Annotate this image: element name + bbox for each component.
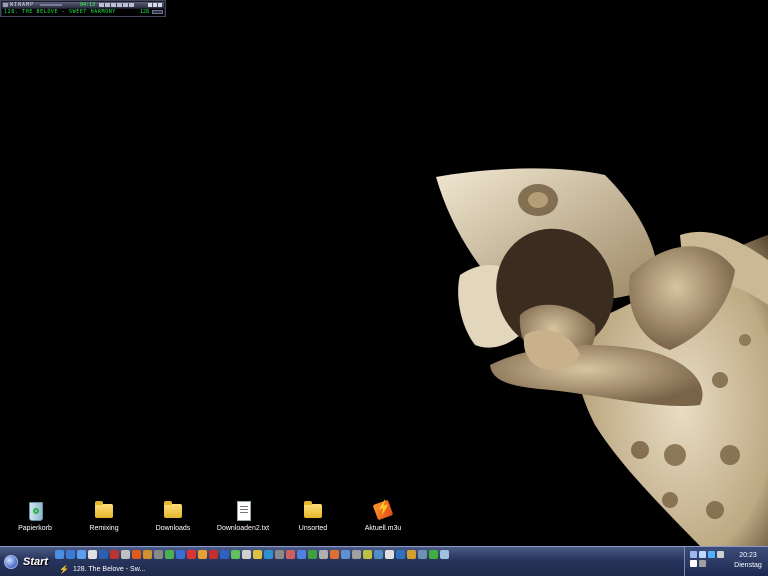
eject-icon[interactable] — [129, 3, 134, 7]
minimize-icon[interactable] — [148, 3, 152, 7]
quick-launch-icon[interactable] — [220, 550, 229, 559]
quick-launch-icon[interactable] — [385, 550, 394, 559]
folder-icon — [302, 500, 324, 522]
desktop-icon-label: Remixing — [89, 525, 119, 532]
winamp-seek-bar[interactable] — [40, 4, 62, 6]
tray-app-icon[interactable] — [699, 551, 706, 558]
quick-launch-icon[interactable] — [418, 550, 427, 559]
winamp-time: 04:13 — [80, 2, 96, 8]
shade-icon[interactable] — [153, 3, 157, 7]
quick-launch-icon[interactable] — [66, 550, 75, 559]
folder-icon — [162, 500, 184, 522]
stop-icon[interactable] — [117, 3, 122, 7]
desktop-icon-label: Downloads — [155, 525, 191, 532]
winamp-logo-icon[interactable] — [3, 3, 8, 7]
winamp-bitrate: 128 — [140, 9, 150, 15]
quick-launch-icon[interactable] — [264, 550, 273, 559]
pause-icon[interactable] — [111, 3, 116, 7]
quick-launch-icon[interactable] — [440, 550, 449, 559]
quick-launch-icon[interactable] — [77, 550, 86, 559]
quick-launch-icon[interactable] — [154, 550, 163, 559]
taskbar-button-winamp[interactable]: ⚡ 128. The Belove - Sw... — [55, 563, 155, 575]
winamp-player[interactable]: WINAMP 04:13 128. THE BELOVE - SWEET HAR… — [0, 0, 166, 17]
quick-launch-icon[interactable] — [55, 550, 64, 559]
start-button[interactable]: Start — [0, 547, 54, 576]
quick-launch-icon[interactable] — [407, 550, 416, 559]
desktop-icon-label: Downloaden2.txt — [216, 525, 270, 532]
quick-launch-icon[interactable] — [198, 550, 207, 559]
desktop-icon-aktuell-m3u[interactable]: Aktuell.m3u — [348, 499, 418, 534]
windows-logo-icon — [4, 554, 18, 569]
winamp-window-buttons — [148, 3, 162, 7]
quick-launch-icon[interactable] — [165, 550, 174, 559]
quick-launch-icon[interactable] — [374, 550, 383, 559]
start-label: Start — [23, 555, 49, 568]
playlist-file-icon — [372, 499, 394, 522]
desktop-icon-papierkorb[interactable]: Papierkorb — [0, 500, 70, 534]
desktop-icon-remixing[interactable]: Remixing — [69, 500, 139, 534]
clock[interactable]: 20:23 Dienstag — [729, 551, 767, 571]
winamp-display: 128. THE BELOVE - SWEET HARMONY 128 — [2, 9, 164, 16]
play-icon[interactable] — [105, 3, 110, 7]
desktop-icon-unsorted[interactable]: Unsorted — [278, 500, 348, 534]
quick-launch-icon[interactable] — [352, 550, 361, 559]
taskbar: Start ⚡ 128. The Belove - Sw... 20:23 Di… — [0, 546, 768, 576]
tray-app-icon[interactable] — [717, 551, 724, 558]
text-file-icon — [232, 500, 254, 522]
quick-launch-icon[interactable] — [341, 550, 350, 559]
wallpaper-photo — [436, 168, 768, 546]
desktop-icon-label: Aktuell.m3u — [364, 525, 402, 532]
desktop-icon-label: Unsorted — [298, 525, 328, 532]
quick-launch-icon[interactable] — [99, 550, 108, 559]
winamp-controls — [99, 3, 134, 7]
taskbar-button-label: 128. The Belove - Sw... — [72, 565, 146, 573]
next-icon[interactable] — [123, 3, 128, 7]
clock-day: Dienstag — [734, 562, 762, 569]
recycle-bin-icon — [24, 500, 46, 522]
tray-icons — [690, 551, 726, 567]
quick-launch-icon[interactable] — [308, 550, 317, 559]
winamp-song-title: 128. THE BELOVE - SWEET HARMONY — [4, 9, 116, 15]
quick-launch-icon[interactable] — [209, 550, 218, 559]
quick-launch-icon[interactable] — [396, 550, 405, 559]
quick-launch-icon[interactable] — [231, 550, 240, 559]
quick-launch-icon[interactable] — [110, 550, 119, 559]
tray-app-icon[interactable] — [699, 560, 706, 567]
quick-launch-icon[interactable] — [286, 550, 295, 559]
previous-icon[interactable] — [99, 3, 104, 7]
close-icon[interactable] — [158, 3, 162, 7]
quick-launch-icon[interactable] — [429, 550, 438, 559]
desktop-icon-downloaden2[interactable]: Downloaden2.txt — [208, 500, 278, 534]
quick-launch-icon[interactable] — [187, 550, 196, 559]
quick-launch-icon[interactable] — [319, 550, 328, 559]
winamp-titlebar[interactable]: WINAMP 04:13 — [2, 2, 164, 8]
winamp-eq-toggle[interactable] — [152, 10, 163, 14]
system-tray: 20:23 Dienstag — [684, 547, 768, 576]
desktop-icon-downloads[interactable]: Downloads — [138, 500, 208, 534]
tray-app-icon[interactable] — [708, 551, 715, 558]
folder-icon — [93, 500, 115, 522]
quick-launch-icon[interactable] — [121, 550, 130, 559]
quick-launch-icon[interactable] — [297, 550, 306, 559]
quick-launch-icon[interactable] — [88, 550, 97, 559]
tray-app-icon[interactable] — [690, 560, 697, 567]
winamp-bolt-icon: ⚡ — [59, 564, 69, 574]
quick-launch-bar — [55, 550, 449, 560]
quick-launch-icon[interactable] — [143, 550, 152, 559]
quick-launch-icon[interactable] — [253, 550, 262, 559]
quick-launch-icon[interactable] — [363, 550, 372, 559]
quick-launch-icon[interactable] — [275, 550, 284, 559]
desktop-icon-label: Papierkorb — [18, 525, 52, 532]
quick-launch-icon[interactable] — [176, 550, 185, 559]
tray-app-icon[interactable] — [690, 551, 697, 558]
clock-time: 20:23 — [739, 552, 757, 559]
quick-launch-icon[interactable] — [330, 550, 339, 559]
quick-launch-icon[interactable] — [242, 550, 251, 559]
quick-launch-icon[interactable] — [132, 550, 141, 559]
